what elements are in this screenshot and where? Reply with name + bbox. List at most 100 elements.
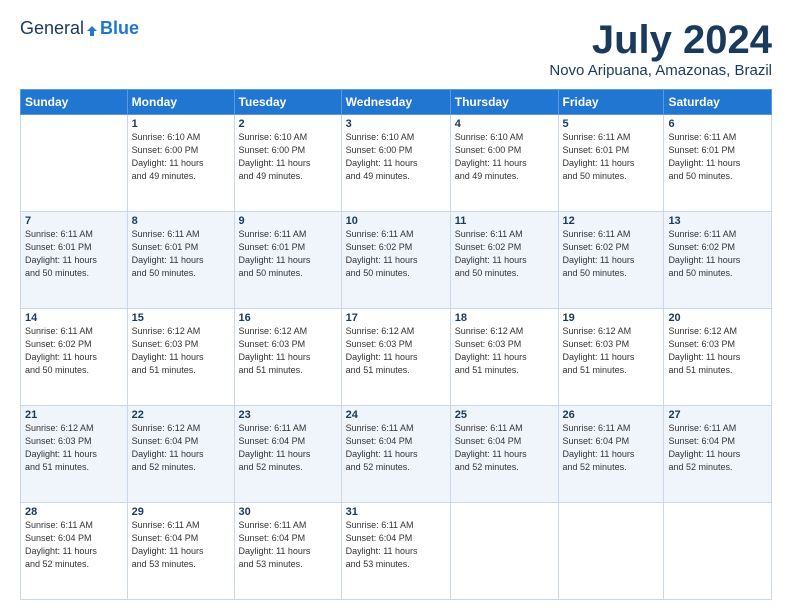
day-number: 17 [346, 312, 446, 324]
day-header-wednesday: Wednesday [341, 90, 450, 115]
day-info: Sunrise: 6:11 AMSunset: 6:01 PMDaylight:… [25, 228, 123, 280]
day-info: Sunrise: 6:10 AMSunset: 6:00 PMDaylight:… [239, 131, 337, 183]
day-info: Sunrise: 6:11 AMSunset: 6:02 PMDaylight:… [455, 228, 554, 280]
calendar-cell: 11Sunrise: 6:11 AMSunset: 6:02 PMDayligh… [450, 212, 558, 309]
logo-text: General Blue [20, 18, 139, 39]
calendar-cell: 28Sunrise: 6:11 AMSunset: 6:04 PMDayligh… [21, 503, 128, 600]
calendar-cell: 1Sunrise: 6:10 AMSunset: 6:00 PMDaylight… [127, 115, 234, 212]
day-info: Sunrise: 6:12 AMSunset: 6:03 PMDaylight:… [25, 422, 123, 474]
calendar-cell: 19Sunrise: 6:12 AMSunset: 6:03 PMDayligh… [558, 309, 664, 406]
day-info: Sunrise: 6:11 AMSunset: 6:02 PMDaylight:… [668, 228, 767, 280]
calendar-cell: 15Sunrise: 6:12 AMSunset: 6:03 PMDayligh… [127, 309, 234, 406]
calendar-cell: 30Sunrise: 6:11 AMSunset: 6:04 PMDayligh… [234, 503, 341, 600]
day-info: Sunrise: 6:11 AMSunset: 6:04 PMDaylight:… [455, 422, 554, 474]
calendar-cell [664, 503, 772, 600]
calendar-cell [21, 115, 128, 212]
calendar-cell [450, 503, 558, 600]
calendar-cell: 16Sunrise: 6:12 AMSunset: 6:03 PMDayligh… [234, 309, 341, 406]
day-number: 11 [455, 215, 554, 227]
calendar-cell: 14Sunrise: 6:11 AMSunset: 6:02 PMDayligh… [21, 309, 128, 406]
day-number: 1 [132, 118, 230, 130]
calendar-cell: 21Sunrise: 6:12 AMSunset: 6:03 PMDayligh… [21, 406, 128, 503]
day-info: Sunrise: 6:11 AMSunset: 6:04 PMDaylight:… [346, 422, 446, 474]
day-info: Sunrise: 6:12 AMSunset: 6:03 PMDaylight:… [239, 325, 337, 377]
day-header-thursday: Thursday [450, 90, 558, 115]
day-number: 13 [668, 215, 767, 227]
calendar-cell: 22Sunrise: 6:12 AMSunset: 6:04 PMDayligh… [127, 406, 234, 503]
day-number: 30 [239, 506, 337, 518]
day-header-saturday: Saturday [664, 90, 772, 115]
calendar-cell: 4Sunrise: 6:10 AMSunset: 6:00 PMDaylight… [450, 115, 558, 212]
day-info: Sunrise: 6:11 AMSunset: 6:04 PMDaylight:… [239, 519, 337, 571]
day-number: 7 [25, 215, 123, 227]
calendar-cell: 6Sunrise: 6:11 AMSunset: 6:01 PMDaylight… [664, 115, 772, 212]
day-number: 9 [239, 215, 337, 227]
day-info: Sunrise: 6:12 AMSunset: 6:03 PMDaylight:… [132, 325, 230, 377]
day-info: Sunrise: 6:11 AMSunset: 6:04 PMDaylight:… [563, 422, 660, 474]
subtitle: Novo Aripuana, Amazonas, Brazil [549, 62, 772, 79]
day-info: Sunrise: 6:12 AMSunset: 6:03 PMDaylight:… [455, 325, 554, 377]
calendar-cell: 9Sunrise: 6:11 AMSunset: 6:01 PMDaylight… [234, 212, 341, 309]
calendar-cell: 18Sunrise: 6:12 AMSunset: 6:03 PMDayligh… [450, 309, 558, 406]
day-number: 4 [455, 118, 554, 130]
day-header-tuesday: Tuesday [234, 90, 341, 115]
day-info: Sunrise: 6:11 AMSunset: 6:04 PMDaylight:… [346, 519, 446, 571]
day-info: Sunrise: 6:10 AMSunset: 6:00 PMDaylight:… [132, 131, 230, 183]
day-number: 25 [455, 409, 554, 421]
day-number: 10 [346, 215, 446, 227]
calendar-cell: 17Sunrise: 6:12 AMSunset: 6:03 PMDayligh… [341, 309, 450, 406]
main-title: July 2024 [549, 18, 772, 62]
day-header-monday: Monday [127, 90, 234, 115]
day-info: Sunrise: 6:11 AMSunset: 6:02 PMDaylight:… [346, 228, 446, 280]
logo-icon [85, 24, 99, 38]
header: General Blue July 2024 Novo Aripuana, Am… [20, 18, 772, 79]
day-info: Sunrise: 6:11 AMSunset: 6:01 PMDaylight:… [668, 131, 767, 183]
calendar-cell: 13Sunrise: 6:11 AMSunset: 6:02 PMDayligh… [664, 212, 772, 309]
day-number: 14 [25, 312, 123, 324]
calendar-cell: 12Sunrise: 6:11 AMSunset: 6:02 PMDayligh… [558, 212, 664, 309]
day-number: 6 [668, 118, 767, 130]
calendar-cell: 24Sunrise: 6:11 AMSunset: 6:04 PMDayligh… [341, 406, 450, 503]
calendar-cell: 7Sunrise: 6:11 AMSunset: 6:01 PMDaylight… [21, 212, 128, 309]
day-number: 20 [668, 312, 767, 324]
day-number: 31 [346, 506, 446, 518]
day-number: 21 [25, 409, 123, 421]
day-number: 2 [239, 118, 337, 130]
calendar-cell: 5Sunrise: 6:11 AMSunset: 6:01 PMDaylight… [558, 115, 664, 212]
day-header-sunday: Sunday [21, 90, 128, 115]
day-info: Sunrise: 6:12 AMSunset: 6:04 PMDaylight:… [132, 422, 230, 474]
page: General Blue July 2024 Novo Aripuana, Am… [0, 0, 792, 612]
day-number: 28 [25, 506, 123, 518]
day-info: Sunrise: 6:12 AMSunset: 6:03 PMDaylight:… [563, 325, 660, 377]
calendar-cell: 8Sunrise: 6:11 AMSunset: 6:01 PMDaylight… [127, 212, 234, 309]
day-number: 19 [563, 312, 660, 324]
day-info: Sunrise: 6:11 AMSunset: 6:04 PMDaylight:… [668, 422, 767, 474]
calendar-cell: 25Sunrise: 6:11 AMSunset: 6:04 PMDayligh… [450, 406, 558, 503]
logo: General Blue [20, 18, 139, 39]
calendar-cell: 2Sunrise: 6:10 AMSunset: 6:00 PMDaylight… [234, 115, 341, 212]
logo-general-text: General [20, 18, 84, 39]
calendar-cell: 29Sunrise: 6:11 AMSunset: 6:04 PMDayligh… [127, 503, 234, 600]
day-info: Sunrise: 6:11 AMSunset: 6:04 PMDaylight:… [239, 422, 337, 474]
day-number: 3 [346, 118, 446, 130]
day-number: 27 [668, 409, 767, 421]
day-info: Sunrise: 6:11 AMSunset: 6:01 PMDaylight:… [132, 228, 230, 280]
day-number: 24 [346, 409, 446, 421]
day-number: 5 [563, 118, 660, 130]
day-info: Sunrise: 6:10 AMSunset: 6:00 PMDaylight:… [346, 131, 446, 183]
calendar-cell [558, 503, 664, 600]
day-number: 23 [239, 409, 337, 421]
day-info: Sunrise: 6:12 AMSunset: 6:03 PMDaylight:… [668, 325, 767, 377]
day-info: Sunrise: 6:10 AMSunset: 6:00 PMDaylight:… [455, 131, 554, 183]
day-info: Sunrise: 6:11 AMSunset: 6:02 PMDaylight:… [25, 325, 123, 377]
day-info: Sunrise: 6:12 AMSunset: 6:03 PMDaylight:… [346, 325, 446, 377]
day-number: 26 [563, 409, 660, 421]
day-header-friday: Friday [558, 90, 664, 115]
calendar-cell: 23Sunrise: 6:11 AMSunset: 6:04 PMDayligh… [234, 406, 341, 503]
day-number: 29 [132, 506, 230, 518]
day-number: 15 [132, 312, 230, 324]
day-info: Sunrise: 6:11 AMSunset: 6:01 PMDaylight:… [239, 228, 337, 280]
logo-blue-text: Blue [100, 18, 139, 39]
day-info: Sunrise: 6:11 AMSunset: 6:04 PMDaylight:… [25, 519, 123, 571]
calendar-cell: 26Sunrise: 6:11 AMSunset: 6:04 PMDayligh… [558, 406, 664, 503]
